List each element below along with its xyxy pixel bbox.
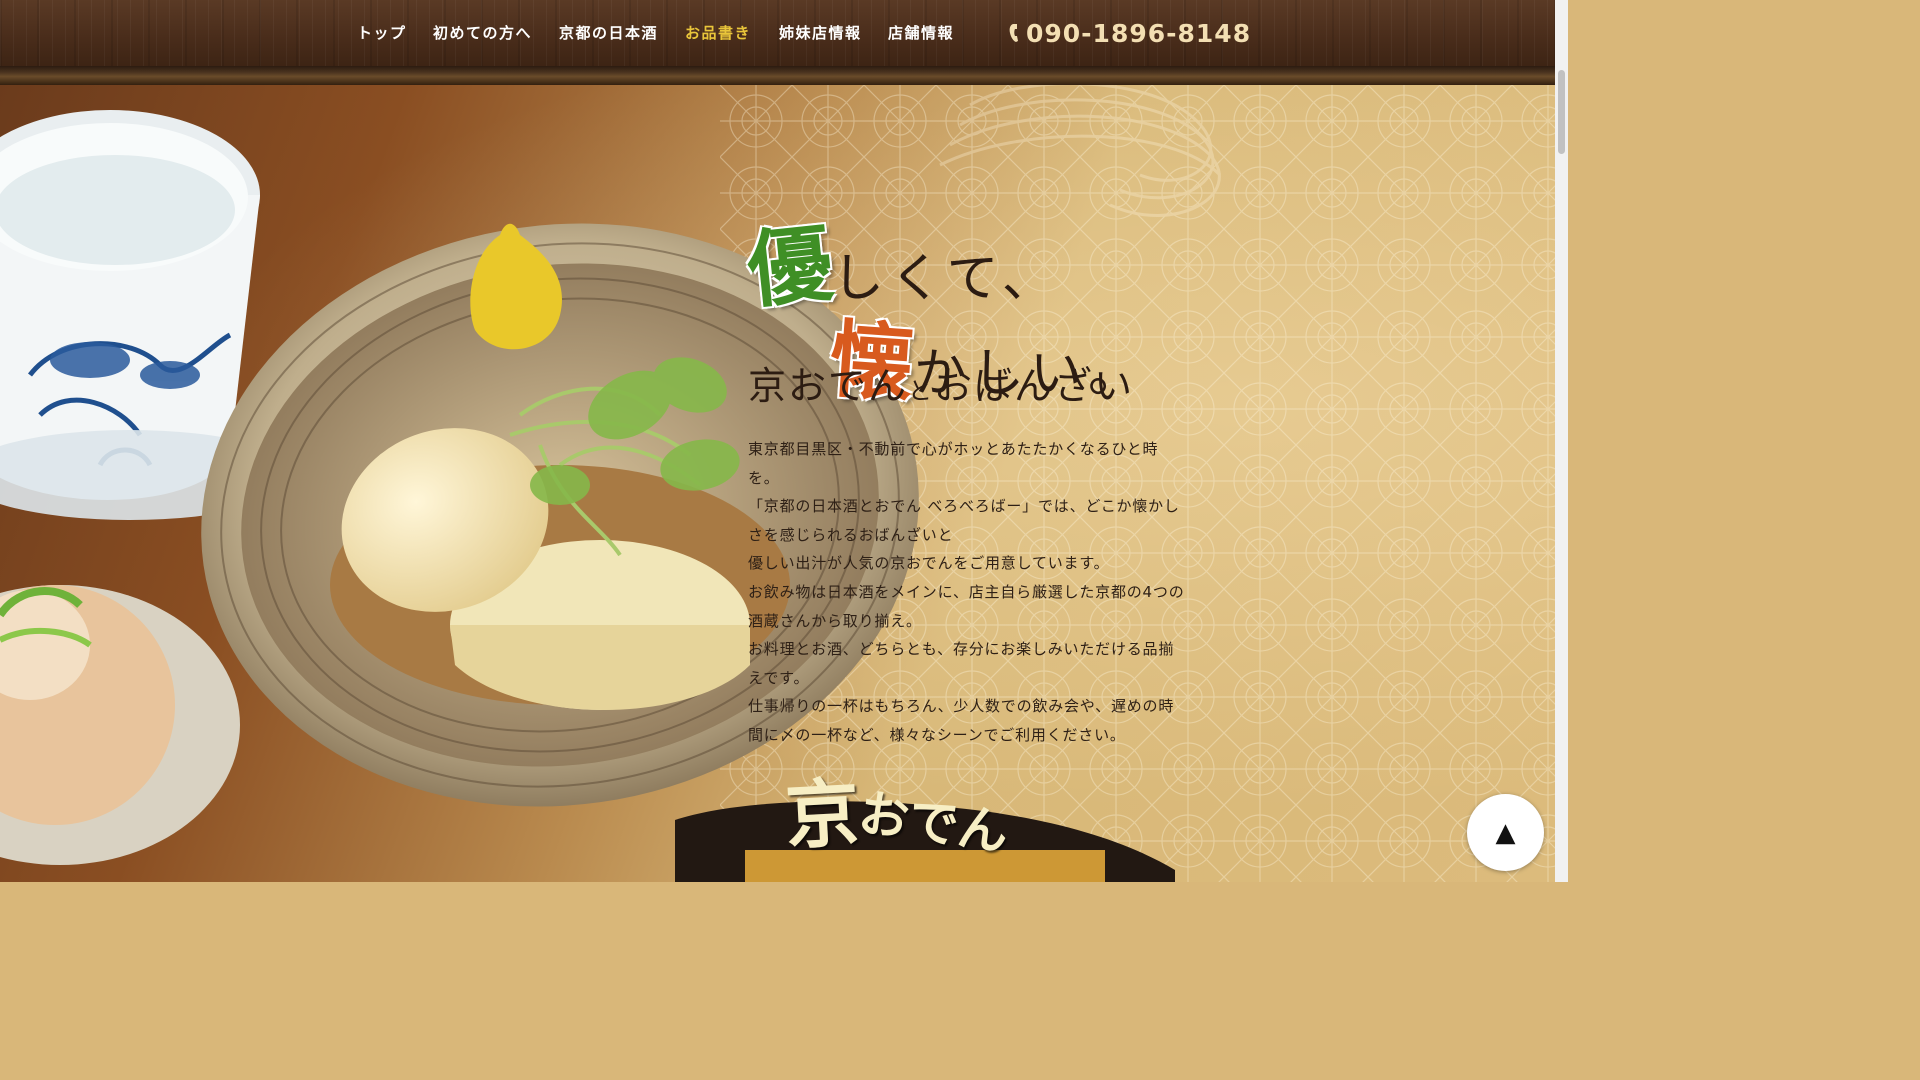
section-title-oden: おでん — [855, 782, 1012, 863]
subtitle-obanzai: おばんざい — [934, 364, 1135, 408]
subtitle-kyo-oden: 京おでん — [748, 364, 909, 408]
scrollbar-thumb[interactable] — [1558, 70, 1565, 154]
intro-paragraph: 「京都の日本酒とおでん べろべろばー」では、どこか懐かしさを感じられるおばんざい… — [748, 497, 1180, 544]
phone-number: 090-1896-8148 — [1026, 18, 1252, 48]
headline-line1-rest: しくて、 — [832, 249, 1060, 309]
header-border — [0, 66, 1555, 85]
nav-item-first-visit[interactable]: 初めての方へ — [433, 22, 532, 43]
subtitle-and: と — [908, 377, 935, 405]
nav-item-top[interactable]: トップ — [357, 22, 407, 43]
phone-icon — [1009, 24, 1018, 42]
intro-text: 東京都目黒区・不動前で心がホッとあたたかくなるひと時を。 「京都の日本酒とおでん… — [748, 435, 1188, 750]
nav-item-sister-store[interactable]: 姉妹店情報 — [779, 22, 862, 43]
intro-paragraph: お飲み物は日本酒をメインに、店主自ら厳選した京都の4つの酒蔵さんから取り揃え。 — [748, 582, 1185, 630]
phone-number-link[interactable]: 090-1896-8148 — [1009, 16, 1251, 50]
hero-subtitle: 京おでんとおばんざい — [748, 355, 1134, 410]
intro-paragraph: 仕事帰りの一杯はもちろん、少人数での飲み会や、遅めの時間に〆の一杯など、様々なシ… — [748, 697, 1175, 744]
section-title-kyo: 京 — [783, 770, 862, 860]
intro-paragraph: お料理とお酒、どちらとも、存分にお楽しみいただける品揃えです。 — [748, 640, 1175, 687]
nav-item-kyoto-sake[interactable]: 京都の日本酒 — [559, 22, 658, 43]
arrow-up-icon: ▲ — [1495, 817, 1516, 848]
page-scrollbar[interactable] — [1555, 0, 1568, 882]
nav-item-menu[interactable]: お品書き — [685, 22, 751, 43]
intro-paragraph: 優しい出汁が人気の京おでんをご用意しています。 — [748, 554, 1110, 573]
section-title-kyo-oden: 京おでん — [783, 755, 1012, 862]
headline-char-yasashii: 優 — [743, 212, 837, 321]
site-header: トップ 初めての方へ 京都の日本酒 お品書き 姉妹店情報 店舗情報 090-18… — [0, 0, 1555, 66]
back-to-top-button[interactable]: ▲ — [1467, 794, 1544, 871]
hero-section: 優しくて、 懐かしい。 京おでんとおばんざい 東京都目黒区・不動前で心がホッとあ… — [0, 85, 1555, 882]
intro-paragraph: 東京都目黒区・不動前で心がホッとあたたかくなるひと時を。 — [748, 440, 1159, 487]
nav-item-store-info[interactable]: 店舗情報 — [888, 22, 954, 43]
